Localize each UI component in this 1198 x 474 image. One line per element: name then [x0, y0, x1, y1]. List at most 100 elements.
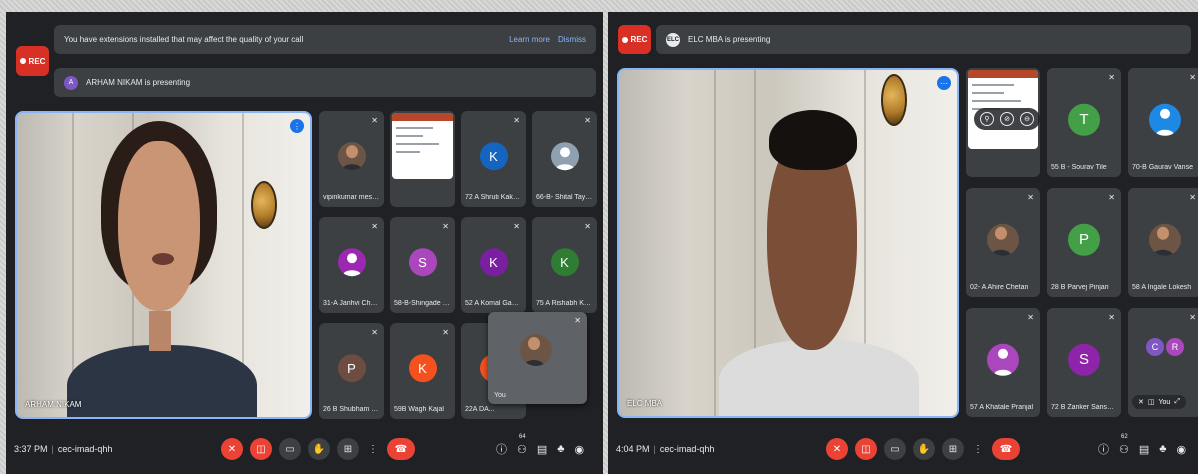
participant-name: 57 A Khatale Pranjal	[970, 404, 1034, 411]
record-dot-icon	[621, 36, 628, 43]
more-options-icon[interactable]: ⋯	[937, 76, 951, 90]
wall-mirror	[251, 181, 277, 229]
mic-off-icon: ✕	[513, 222, 520, 231]
participant-tile[interactable]: ✕ K 52 A Komal Gavh...	[461, 217, 526, 313]
participant-name: 52 A Komal Gavh...	[465, 300, 522, 307]
info-icon[interactable]: ⓘ	[496, 441, 507, 457]
group-avatar: C	[1146, 338, 1164, 356]
participant-tile[interactable]: ✕ 31-A Janhvi Chan...	[319, 217, 384, 313]
mic-off-icon: ✕	[1189, 193, 1196, 202]
self-avatar	[520, 334, 552, 366]
participant-tile[interactable]: ✕ C R ✕ ◫ You ⤢	[1128, 308, 1198, 417]
participant-tile[interactable]: ✕⚲⊘⊖	[966, 68, 1040, 177]
participant-tile[interactable]: ✕ S 58-B-Shingade S...	[390, 217, 455, 313]
people-icon[interactable]: ⚇ 64	[517, 434, 527, 456]
participant-tile[interactable]: ✕ S 72 B Zanker Sanskruti	[1047, 308, 1121, 417]
present-icon[interactable]: ⊞	[337, 438, 359, 460]
mic-off-icon[interactable]: ✕	[221, 438, 243, 460]
self-view-pill[interactable]: ✕ ◫ You ⤢	[1132, 395, 1186, 409]
presenter-avatar: A	[64, 75, 78, 90]
pin-icon[interactable]: ⚲	[980, 112, 994, 126]
participant-tile[interactable]: ✕ 66-B- Shital Tayde	[532, 111, 597, 207]
participant-tile[interactable]: ✕ P 28 B Parvej Pinjari	[1047, 188, 1121, 297]
participant-name: 72 B Zanker Sanskruti	[1051, 404, 1117, 411]
tile-hover-controls[interactable]: ⚲ ⊘ ⊖	[974, 108, 1040, 130]
present-icon[interactable]: ⊞	[942, 438, 964, 460]
remove-icon[interactable]: ⊖	[1020, 112, 1034, 126]
captions-icon[interactable]: ▭	[279, 438, 301, 460]
chat-icon[interactable]: ▤	[537, 443, 547, 456]
info-icon[interactable]: ⓘ	[1098, 441, 1109, 457]
group-avatars: CR	[1146, 338, 1184, 356]
record-dot-icon	[19, 58, 26, 64]
participant-tile[interactable]: ✕	[390, 111, 455, 207]
participant-tile[interactable]: ✕ 02- A Ahire Chetan	[966, 188, 1040, 297]
camera-off-icon[interactable]: ◫	[250, 438, 272, 460]
mic-off-icon: ✕	[442, 222, 449, 231]
more-icon[interactable]: ⋮	[971, 438, 985, 460]
mic-off-icon: ✕	[513, 116, 520, 125]
camera-off-icon[interactable]: ◫	[855, 438, 877, 460]
mute-icon[interactable]: ⊘	[1000, 112, 1014, 126]
participant-tile[interactable]: ✕ 70-B Gaurav Vanse	[1128, 68, 1198, 177]
learn-more-link[interactable]: Learn more	[509, 35, 550, 44]
dismiss-button[interactable]: Dismiss	[558, 35, 586, 44]
bottom-bar: 4:04 PM | cec-imad-qhh ✕ ◫ ▭ ✋ ⊞ ⋮ ☎ ⓘ ⚇ 62…	[608, 424, 1198, 474]
self-view-tile[interactable]: ✕ You	[488, 312, 587, 404]
audio-indicator-icon: ⋮	[290, 119, 304, 133]
presenting-text: ELC MBA is presenting	[688, 35, 771, 44]
meeting-clock: 4:04 PM | cec-imad-qhh	[616, 444, 715, 454]
end-call-icon[interactable]: ☎	[387, 438, 415, 460]
participant-count: 64	[519, 433, 526, 440]
mic-off-icon: ✕	[1189, 313, 1196, 322]
participant-tile[interactable]: ✕ P 26 B Shubham Pa...	[319, 323, 384, 419]
participant-name: 22A DA...	[465, 406, 495, 413]
main-stage-video[interactable]: ⋮ ARHAM NIKAM	[15, 111, 312, 419]
host-controls-icon[interactable]: ◉	[575, 443, 585, 456]
call-controls: ✕ ◫ ▭ ✋ ⊞ ⋮ ☎	[221, 438, 415, 460]
main-stage-video[interactable]: ⋯ ELC MBA	[617, 68, 959, 418]
participant-tile[interactable]: ✕ 58 A Ingale Lokesh	[1128, 188, 1198, 297]
participant-name: 66-B- Shital Tayde	[536, 194, 593, 201]
participant-avatar	[1149, 103, 1181, 136]
raise-hand-icon[interactable]: ✋	[308, 438, 330, 460]
participant-avatar: K	[479, 142, 508, 171]
mic-off-icon[interactable]: ✕	[826, 438, 848, 460]
participant-avatar	[337, 142, 366, 171]
participant-tile[interactable]: ✕ K 59B Wagh Kajal	[390, 323, 455, 419]
people-icon[interactable]: ⚇ 62	[1119, 434, 1129, 456]
participant-avatar: P	[337, 354, 366, 383]
presenter-logo: ELC	[666, 32, 680, 47]
chat-icon[interactable]: ▤	[1139, 443, 1149, 456]
mic-off-icon: ✕	[1138, 399, 1144, 406]
host-controls-icon[interactable]: ◉	[1177, 443, 1187, 456]
mic-off-icon: ✕	[371, 116, 378, 125]
participant-avatar	[337, 248, 366, 277]
rec-label: REC	[28, 56, 46, 66]
participant-tile[interactable]: ✕ K 75 A Rishabh Kod...	[532, 217, 597, 313]
participant-tile[interactable]: ✕ T 55 B - Sourav Tile	[1047, 68, 1121, 177]
participant-avatar	[987, 343, 1019, 376]
participant-name: 75 A Rishabh Kod...	[536, 300, 593, 307]
mic-off-icon: ✕	[1189, 73, 1196, 82]
activities-icon[interactable]: ♣	[1159, 443, 1166, 455]
meeting-clock: 3:37 PM | cec-imad-qhh	[14, 444, 113, 454]
participant-name: 28 B Parvej Pinjari	[1051, 284, 1109, 291]
activities-icon[interactable]: ♣	[557, 443, 564, 455]
participant-avatar	[987, 223, 1019, 256]
self-label: You	[1158, 398, 1171, 406]
participant-tile[interactable]: ✕ vipinkumar mesh...	[319, 111, 384, 207]
captions-icon[interactable]: ▭	[884, 438, 906, 460]
raise-hand-icon[interactable]: ✋	[913, 438, 935, 460]
rec-label: REC	[630, 35, 648, 44]
extensions-banner: You have extensions installed that may a…	[54, 25, 596, 54]
participant-tile[interactable]: ✕ 57 A Khatale Pranjal	[966, 308, 1040, 417]
meet-window-right: REC ELC ELC MBA is presenting ⋯ ELC MBA …	[608, 12, 1198, 474]
mic-off-icon: ✕	[1108, 193, 1115, 202]
expand-icon[interactable]: ⤢	[1174, 398, 1180, 406]
end-call-icon[interactable]: ☎	[992, 438, 1020, 460]
more-icon[interactable]: ⋮	[366, 438, 380, 460]
participant-avatar: S	[408, 248, 437, 277]
participant-tile[interactable]: ✕ K 72 A Shruti Kakvi...	[461, 111, 526, 207]
participant-name: 70-B Gaurav Vanse	[1132, 164, 1193, 171]
